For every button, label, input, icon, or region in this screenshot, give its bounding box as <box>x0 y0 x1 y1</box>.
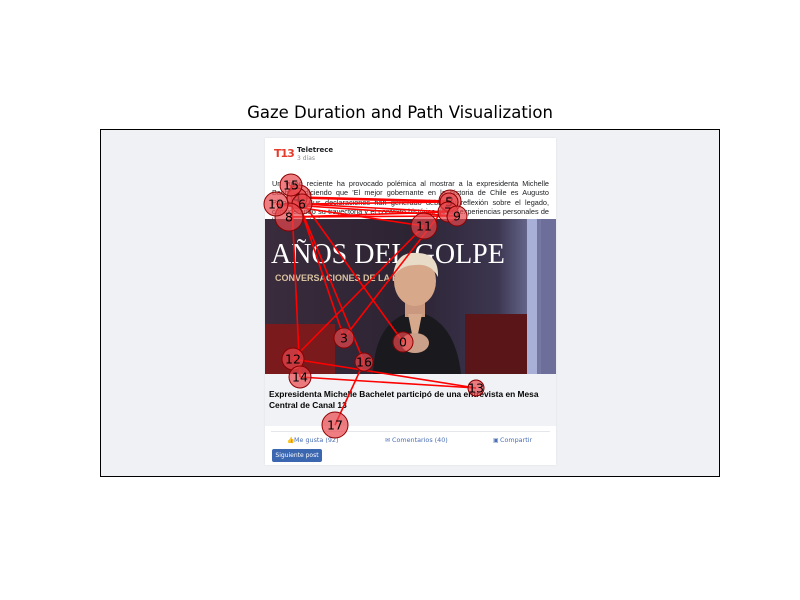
gaze-path-segment <box>299 376 477 389</box>
fixation-point: 16 <box>354 352 374 372</box>
fixation-point: 9 <box>446 205 468 227</box>
gaze-path-segment <box>292 358 477 389</box>
fixation-label: 15 <box>283 178 299 193</box>
gaze-path-segment <box>298 196 404 343</box>
fixation-point: 0 <box>392 331 414 353</box>
fixation-label: 14 <box>292 370 308 385</box>
fixation-point: 15 <box>279 173 303 197</box>
gaze-path-segment <box>296 197 345 339</box>
fixation-point: 10 <box>263 191 289 217</box>
fixation-point: 14 <box>288 365 312 389</box>
fixation-label: 0 <box>399 335 407 350</box>
fixation-label: 16 <box>356 355 372 370</box>
fixation-point: 17 <box>321 411 349 439</box>
fixation-label: 9 <box>453 209 461 224</box>
fixation-label: 12 <box>285 352 301 367</box>
gaze-overlay: 01234567891011121314151617 <box>263 173 485 439</box>
fixation-label: 8 <box>285 210 293 225</box>
fixation-label: 10 <box>268 197 284 212</box>
fixation-label: 17 <box>327 418 343 433</box>
fixation-point: 11 <box>410 212 438 240</box>
fixation-label: 3 <box>340 331 348 346</box>
fixation-label: 13 <box>468 381 484 396</box>
fixation-label: 11 <box>416 219 432 234</box>
fixation-point: 3 <box>333 327 355 349</box>
gaze-path-segment <box>301 201 450 205</box>
fixation-point: 13 <box>467 379 485 397</box>
